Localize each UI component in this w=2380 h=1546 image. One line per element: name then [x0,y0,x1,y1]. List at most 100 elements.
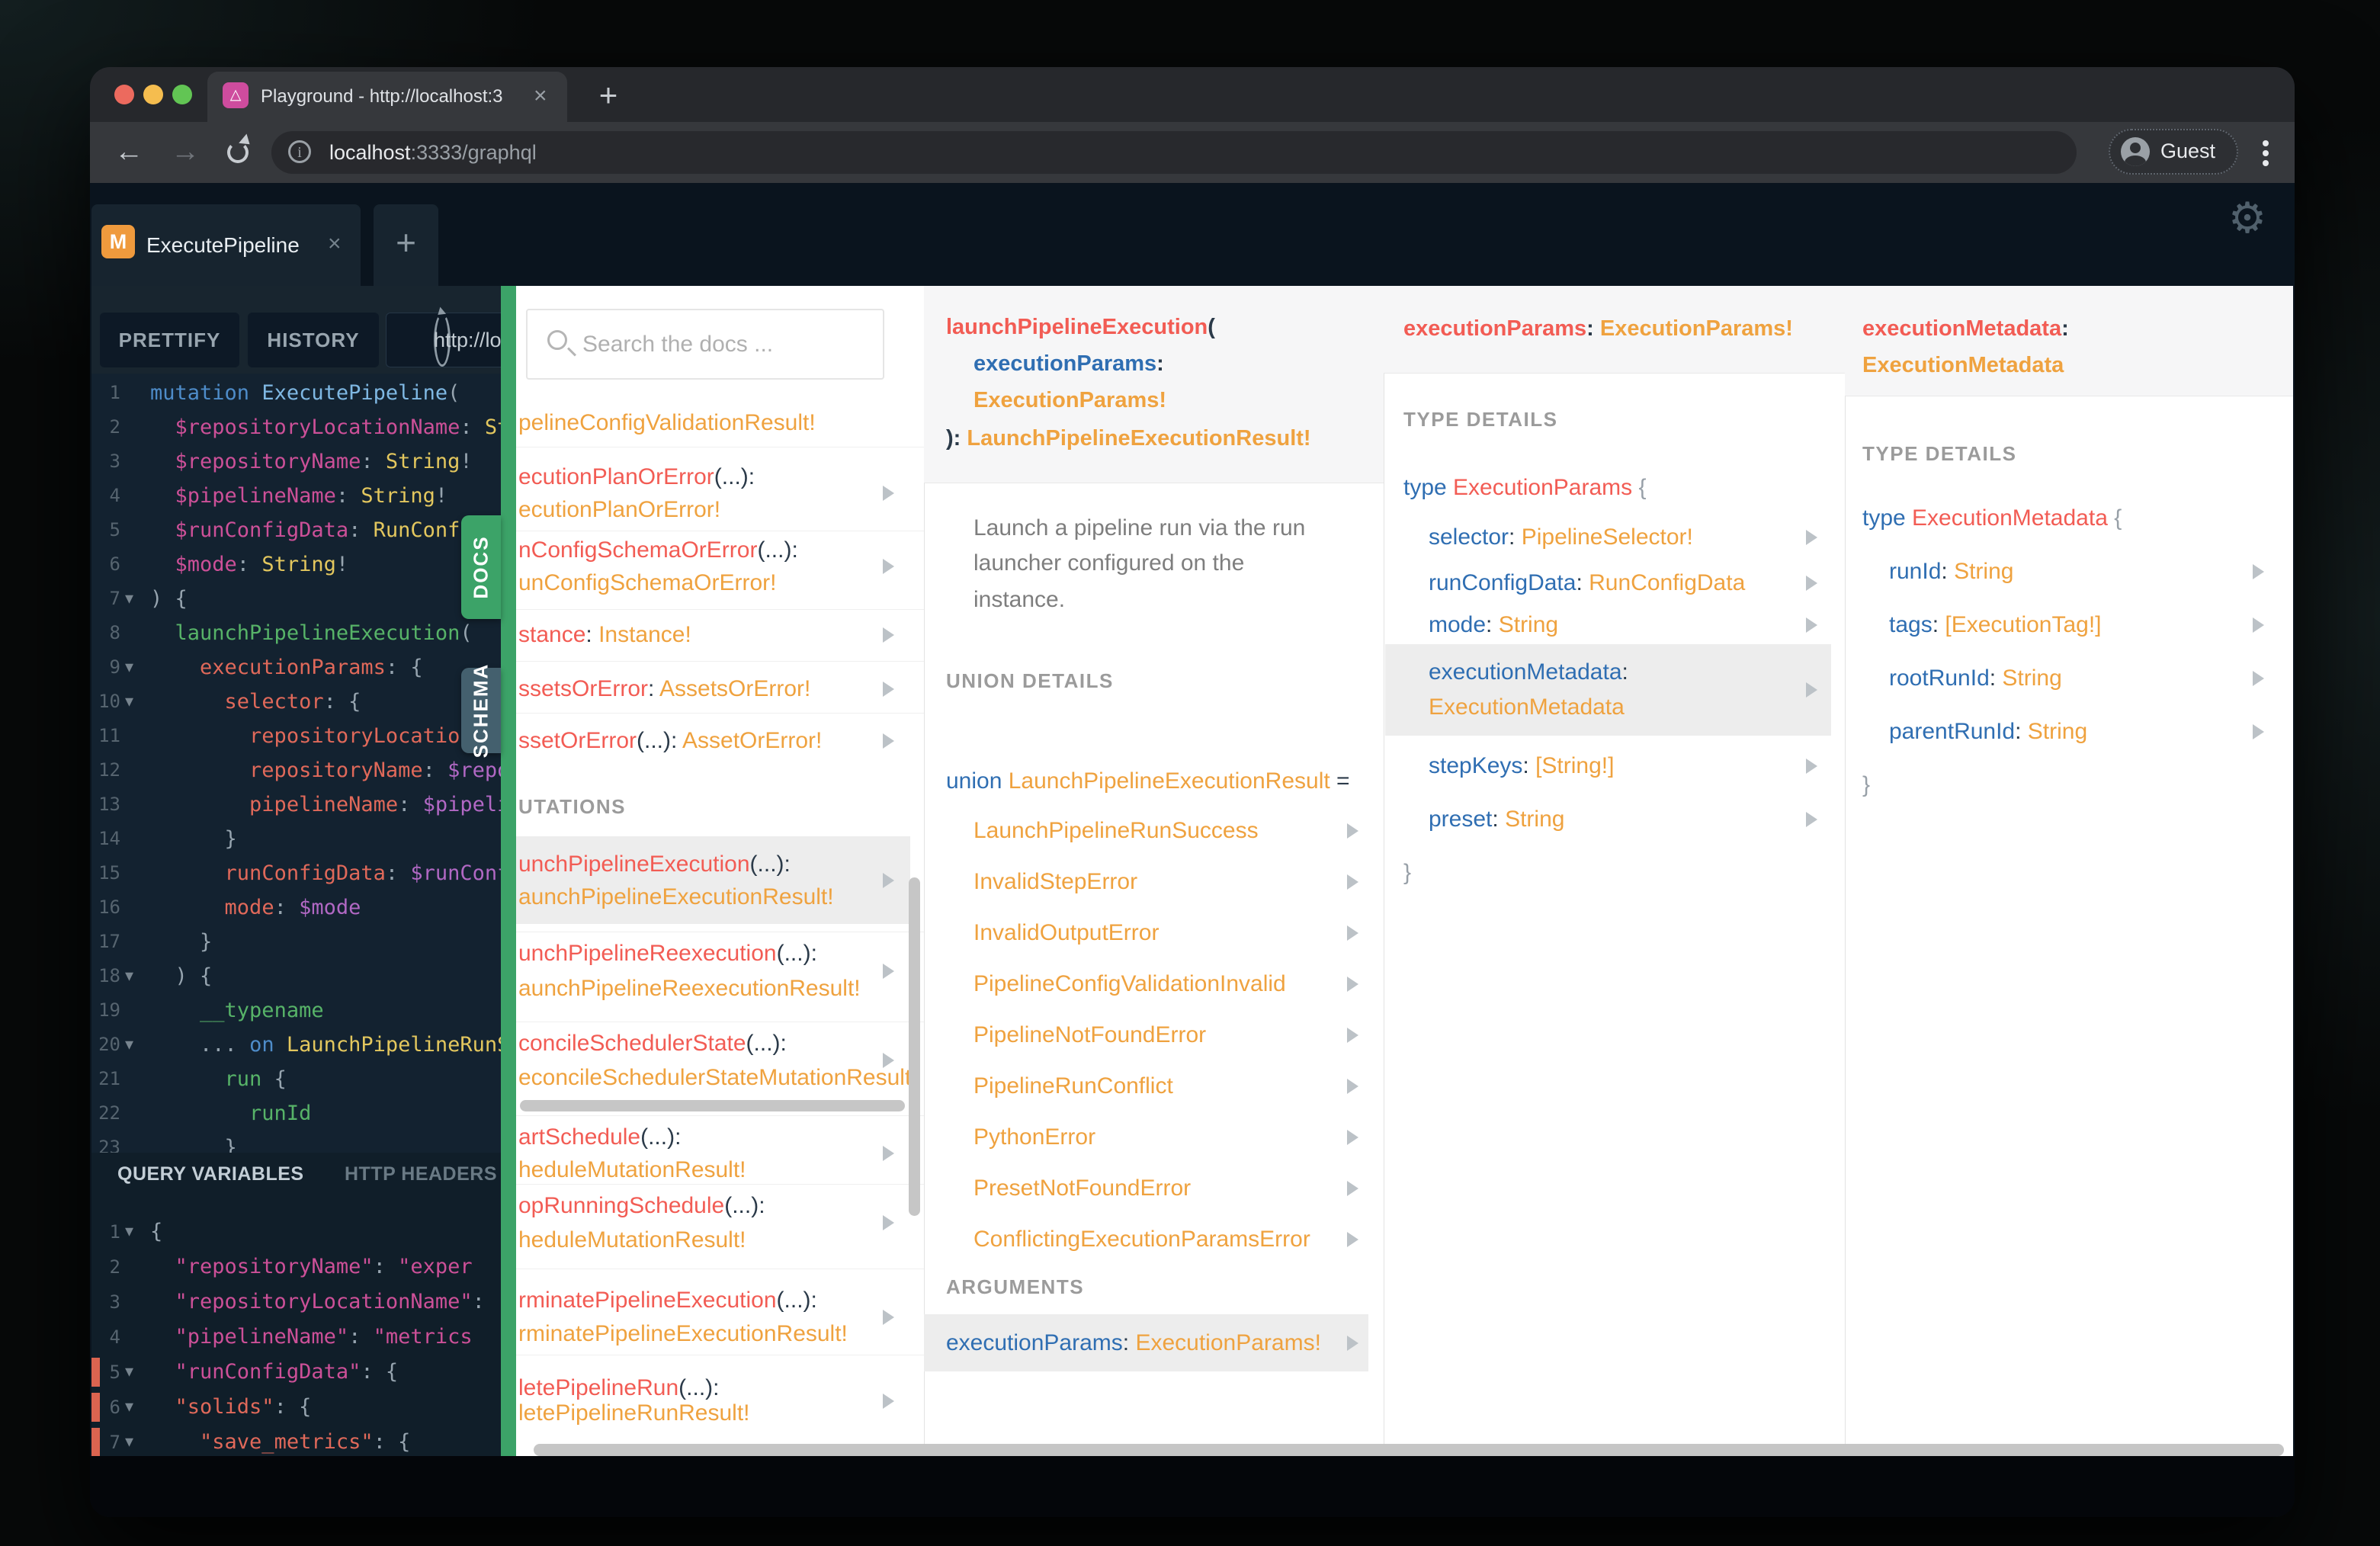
chevron-right-icon[interactable] [1347,925,1358,941]
type-field-item[interactable]: parentRunId: String [1889,715,2087,749]
type-field-item[interactable]: executionMetadata: [1429,656,1628,689]
doc-list-item[interactable]: aunchPipelineReexecutionResult! [518,972,861,1006]
zoom-window-button[interactable] [172,85,192,104]
fold-caret-icon[interactable]: ▾ [125,685,133,719]
playground-new-tab-button[interactable]: + [374,204,438,286]
forward-button[interactable]: → [171,122,200,183]
settings-gear-icon[interactable]: ⚙ [2223,194,2272,242]
type-field-item[interactable]: ExecutionMetadata [1429,691,1625,724]
union-member-item[interactable]: PipelineConfigValidationInvalid [973,967,1286,1001]
doc-list-item[interactable]: artSchedule(...): [518,1121,681,1154]
chevron-right-icon[interactable] [2253,617,2264,633]
union-member-item[interactable]: InvalidStepError [973,865,1137,899]
endpoint-input[interactable]: http://loc [386,313,501,367]
union-member-item[interactable]: LaunchPipelineRunSuccess [973,814,1259,848]
docs-side-tab[interactable]: DOCS [461,515,501,619]
site-info-icon[interactable]: i [288,140,311,163]
fold-caret-icon[interactable]: ▾ [125,582,133,616]
doc-list-item[interactable]: ecutionPlanOrError! [518,493,720,527]
browser-menu-button[interactable] [2258,130,2273,175]
chevron-right-icon[interactable] [2253,564,2264,579]
chevron-right-icon[interactable] [1347,1336,1358,1351]
type-field-item[interactable]: tags: [ExecutionTag!] [1889,608,2102,642]
query-editor-panel[interactable]: PRETTIFY HISTORY http://loc 1 mutation Ex… [91,286,501,1456]
chevron-right-icon[interactable] [2253,671,2264,686]
chevron-right-icon[interactable] [883,873,894,888]
argument-item[interactable]: executionParams: ExecutionParams! [946,1326,1321,1360]
url-text[interactable]: localhost:3333/graphql [329,131,537,174]
docs-divider[interactable] [501,286,516,1456]
type-field-item[interactable]: selector: PipelineSelector! [1429,521,1693,554]
history-button[interactable]: HISTORY [248,313,379,367]
chevron-right-icon[interactable] [1806,759,1817,774]
type-field-item[interactable]: preset: String [1429,803,1564,836]
chevron-right-icon[interactable] [883,1310,894,1325]
doc-list-item[interactable]: aunchPipelineExecutionResult! [518,880,834,914]
chevron-right-icon[interactable] [1347,1232,1358,1247]
fold-caret-icon[interactable]: ▾ [125,959,133,993]
schema-side-tab[interactable]: SCHEMA [461,663,501,758]
minimize-window-button[interactable] [143,85,163,104]
chevron-right-icon[interactable] [1347,874,1358,890]
type-field-item[interactable]: rootRunId: String [1889,662,2062,695]
chevron-right-icon[interactable] [1806,682,1817,698]
chevron-right-icon[interactable] [1806,530,1817,545]
chevron-right-icon[interactable] [1347,977,1358,992]
chevron-right-icon[interactable] [1347,1028,1358,1043]
union-member-item[interactable]: InvalidOutputError [973,916,1159,950]
type-field-item[interactable]: mode: String [1429,608,1558,642]
address-bar[interactable] [271,131,2077,174]
docs-horizontal-scrollbar[interactable] [534,1444,2284,1456]
back-button[interactable]: ← [114,122,143,183]
doc-list-item[interactable]: heduleMutationResult! [518,1224,746,1257]
docs-vertical-scrollbar[interactable] [909,877,920,1216]
tab-close-icon[interactable]: × [534,72,547,122]
new-tab-button[interactable]: + [585,73,631,119]
union-member-item[interactable]: PresetNotFoundError [973,1172,1191,1205]
chevron-right-icon[interactable] [883,1215,894,1230]
doc-list-item[interactable]: nConfigSchemaOrError(...): [518,534,798,567]
tab-query-variables[interactable]: QUERY VARIABLES [117,1159,304,1189]
reload-button[interactable] [227,142,249,163]
chevron-right-icon[interactable] [2253,724,2264,739]
doc-list-item[interactable]: ssetOrError(...): AssetOrError! [518,724,822,758]
chevron-right-icon[interactable] [1347,1079,1358,1094]
list-horizontal-scrollbar[interactable] [520,1100,905,1111]
type-field-item[interactable]: runId: String [1889,555,2013,589]
chevron-right-icon[interactable] [883,733,894,749]
query-variables-panel[interactable]: QUERY VARIABLES HTTP HEADERS 1 ▾{2 "repos… [91,1153,501,1456]
chevron-right-icon[interactable] [1347,1181,1358,1196]
chevron-right-icon[interactable] [883,1394,894,1409]
playground-tab-close-icon[interactable]: × [328,204,342,286]
type-field-item[interactable]: runConfigData: RunConfigData [1429,566,1745,600]
fold-caret-icon[interactable]: ▾ [125,1355,133,1390]
chevron-right-icon[interactable] [883,682,894,697]
chevron-right-icon[interactable] [1347,823,1358,839]
doc-list-item[interactable]: concileSchedulerState(...): [518,1027,787,1060]
fold-caret-icon[interactable]: ▾ [125,1425,133,1456]
union-member-item[interactable]: PipelineRunConflict [973,1070,1173,1103]
doc-list-item[interactable]: rminatePipelineExecution(...): [518,1284,817,1317]
doc-list-item[interactable]: unchPipelineExecution(...): [518,848,791,881]
fold-caret-icon[interactable]: ▾ [125,1390,133,1425]
prettify-button[interactable]: PRETTIFY [100,313,239,367]
chevron-right-icon[interactable] [883,1053,894,1068]
type-field-item[interactable]: stepKeys: [String!] [1429,749,1614,783]
doc-list-item[interactable]: econcileSchedulerStateMutationResult! [518,1061,918,1095]
chevron-right-icon[interactable] [883,1146,894,1161]
doc-list-item[interactable]: unchPipelineReexecution(...): [518,937,817,970]
union-member-item[interactable]: PythonError [973,1121,1095,1154]
chevron-right-icon[interactable] [1806,812,1817,827]
chevron-right-icon[interactable] [1347,1130,1358,1145]
chevron-right-icon[interactable] [1806,617,1817,633]
union-member-item[interactable]: PipelineNotFoundError [973,1018,1206,1052]
chevron-right-icon[interactable] [883,559,894,574]
doc-list-item[interactable]: stance: Instance! [518,618,691,652]
fold-caret-icon[interactable]: ▾ [125,1028,133,1062]
doc-list-item[interactable]: opRunningSchedule(...): [518,1189,765,1223]
chevron-right-icon[interactable] [883,486,894,501]
fold-caret-icon[interactable]: ▾ [125,650,133,685]
tab-http-headers[interactable]: HTTP HEADERS [345,1159,497,1189]
doc-list-item[interactable]: unConfigSchemaOrError! [518,566,776,600]
chevron-right-icon[interactable] [883,964,894,979]
